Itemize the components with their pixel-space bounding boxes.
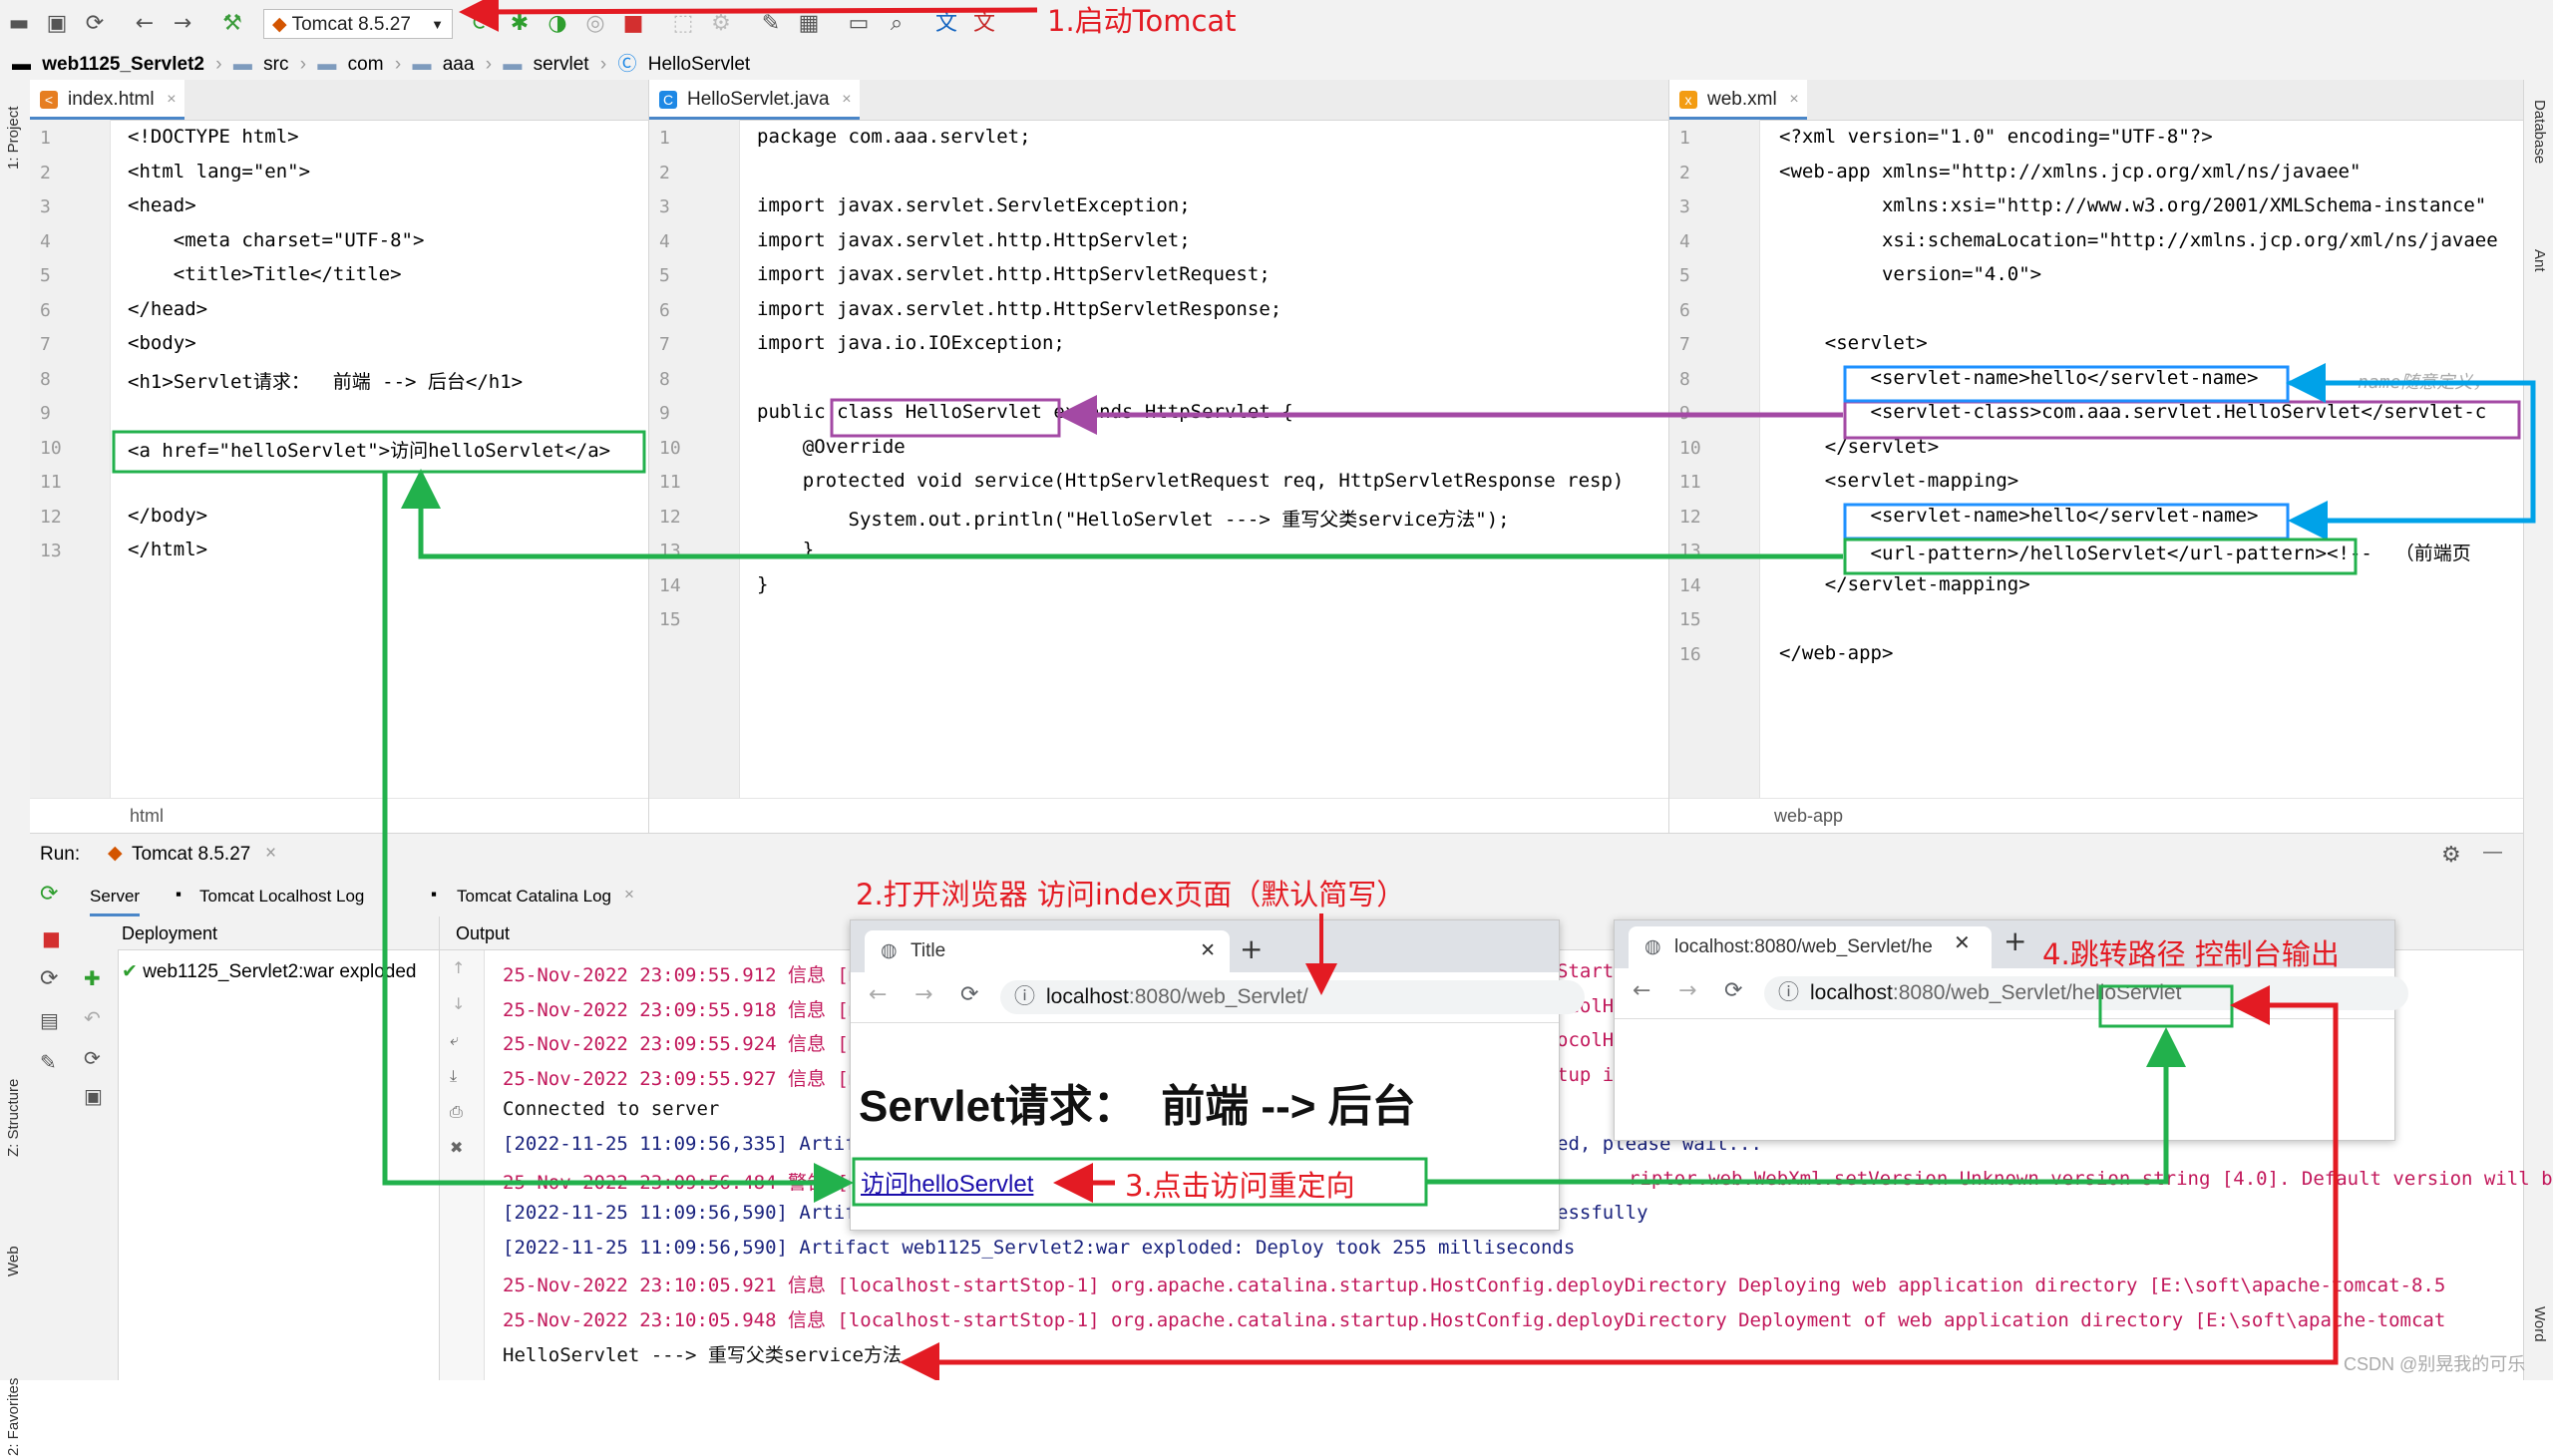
anchor-highlight-box — [112, 430, 646, 474]
link-to-url-arrow — [1426, 1027, 2186, 1185]
servlet-name-box — [1843, 365, 2290, 403]
url-pattern-arrow — [401, 469, 1843, 559]
step4-annotation: 4.跳转路径 控制台输出 — [2042, 937, 2340, 971]
favorites-tool-label[interactable]: 2: Favorites — [5, 1378, 22, 1456]
url-path-box — [2098, 984, 2234, 1028]
class-highlight-box — [830, 398, 1061, 438]
mapping-name-box — [1843, 503, 2290, 541]
watermark: CSDN @别晃我的可乐 — [2344, 1354, 2526, 1374]
step1-annotation: 1.启动Tomcat — [1047, 4, 1237, 38]
step3-annotation: 3.点击访问重定向 — [1125, 1169, 1355, 1203]
anchor-to-browser-arrow — [382, 472, 854, 1203]
step1-arrow — [459, 0, 1038, 32]
url-pattern-box — [1843, 538, 2358, 575]
servlet-class-box — [1843, 400, 2521, 440]
step2-annotation: 2.打开浏览器 访问index页面（默认简写） — [856, 878, 1406, 911]
name-link-arrow — [2288, 380, 2536, 541]
